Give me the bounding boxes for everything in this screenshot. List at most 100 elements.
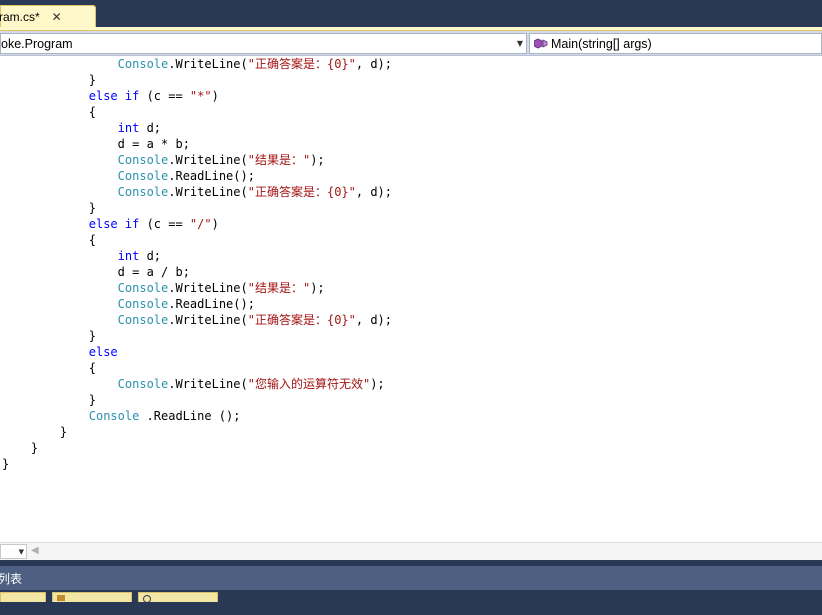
code-token: "结果是：" xyxy=(247,281,311,295)
code-line[interactable]: Console.WriteLine("正确答案是：{0}", d); xyxy=(118,312,392,328)
panel-title: 列表 xyxy=(0,571,23,586)
code-token: .ReadLine (); xyxy=(139,409,241,423)
code-token: WriteLine xyxy=(175,153,241,167)
chevron-down-icon: ▼ xyxy=(18,547,24,556)
document-tab-label: ram.cs* xyxy=(0,9,40,24)
code-line[interactable]: Console.ReadLine(); xyxy=(118,168,255,184)
code-token: int xyxy=(117,249,140,263)
navigation-bar: oke.Program ▼ Main(string[] args) xyxy=(0,31,822,56)
chevron-down-icon[interactable]: ▼ xyxy=(514,39,526,48)
find-icon xyxy=(142,594,152,602)
code-line[interactable]: else xyxy=(89,344,118,360)
code-line[interactable]: } xyxy=(89,328,96,344)
code-token: WriteLine xyxy=(175,57,241,71)
code-token: , d); xyxy=(355,57,392,71)
code-line[interactable]: } xyxy=(89,72,96,88)
code-line[interactable]: int d; xyxy=(118,120,161,136)
code-token: d = a / b; xyxy=(117,265,190,279)
code-token: Console xyxy=(117,57,169,71)
code-line[interactable]: Console.WriteLine("正确答案是：{0}", d); xyxy=(118,184,392,200)
panel-tab-error-list[interactable] xyxy=(0,592,46,602)
panel-tab-output[interactable] xyxy=(52,592,132,602)
code-line[interactable]: d = a * b; xyxy=(118,136,190,152)
code-line[interactable]: { xyxy=(89,104,96,120)
code-token: else xyxy=(88,217,118,231)
code-token: Console xyxy=(117,297,169,311)
panel-header: 列表 xyxy=(0,566,822,590)
code-token: ( xyxy=(240,185,248,199)
code-token: } xyxy=(88,73,96,87)
code-line[interactable]: { xyxy=(89,360,96,376)
code-token: ) xyxy=(211,89,219,103)
code-token: ( xyxy=(240,153,248,167)
code-token: "正确答案是：{0}" xyxy=(247,185,356,199)
code-token: (); xyxy=(233,297,255,311)
code-token: } xyxy=(2,457,10,471)
code-token: ReadLine xyxy=(175,297,234,311)
code-token: , d); xyxy=(355,185,392,199)
code-line[interactable]: Console .ReadLine (); xyxy=(89,408,241,424)
code-line[interactable]: else if (c == "/") xyxy=(89,216,219,232)
error-list-icon xyxy=(4,594,14,602)
code-line[interactable]: Console.WriteLine("结果是："); xyxy=(118,152,325,168)
code-line[interactable]: } xyxy=(89,392,96,408)
code-token: "正确答案是：{0}" xyxy=(247,57,356,71)
code-line[interactable]: int d; xyxy=(118,248,161,264)
code-token: Console xyxy=(88,409,140,423)
code-token: else xyxy=(88,89,118,103)
code-token: "您输入的运算符无效" xyxy=(247,377,371,391)
code-token: { xyxy=(88,105,96,119)
document-tab-strip: ram.cs* ✕ xyxy=(0,0,822,28)
code-line[interactable]: { xyxy=(89,232,96,248)
code-token: ( xyxy=(240,281,248,295)
code-token: ); xyxy=(370,377,385,391)
member-dropdown-value: Main(string[] args) xyxy=(551,36,652,51)
code-token: ); xyxy=(310,281,325,295)
code-line[interactable]: Console.WriteLine("结果是："); xyxy=(118,280,325,296)
code-token: } xyxy=(88,201,96,215)
code-editor[interactable]: Console.WriteLine("正确答案是：{0}", d);} else … xyxy=(0,56,822,542)
code-line[interactable]: d = a / b; xyxy=(118,264,190,280)
code-token: { xyxy=(88,361,96,375)
code-token: "正确答案是：{0}" xyxy=(247,313,356,327)
code-token: ( xyxy=(240,377,248,391)
code-token: ) xyxy=(211,217,219,231)
code-token: "/" xyxy=(189,217,212,231)
code-token: (); xyxy=(233,169,255,183)
code-token: if xyxy=(124,217,140,231)
code-line[interactable]: } xyxy=(31,440,38,456)
code-line[interactable]: Console.WriteLine("您输入的运算符无效"); xyxy=(118,376,385,392)
code-token: ( xyxy=(240,313,248,327)
code-line[interactable]: Console.WriteLine("正确答案是：{0}", d); xyxy=(118,56,392,72)
type-dropdown[interactable]: oke.Program ▼ xyxy=(0,33,527,54)
code-line[interactable]: } xyxy=(89,200,96,216)
code-token: if xyxy=(124,89,140,103)
panel-tab-find-results[interactable] xyxy=(138,592,218,602)
member-dropdown[interactable]: Main(string[] args) xyxy=(529,33,822,54)
close-icon[interactable]: ✕ xyxy=(50,10,64,24)
zoom-dropdown[interactable]: ▼ xyxy=(0,544,27,559)
code-token: } xyxy=(30,441,39,455)
code-line[interactable]: else if (c == "*") xyxy=(89,88,219,104)
panel-tab-strip xyxy=(0,590,822,615)
code-token: { xyxy=(88,233,96,247)
code-token: } xyxy=(59,425,68,439)
output-icon xyxy=(57,595,65,601)
code-line[interactable]: Console.ReadLine(); xyxy=(118,296,255,312)
code-token: } xyxy=(88,329,96,343)
code-token: WriteLine xyxy=(175,313,241,327)
code-token: (c == xyxy=(139,217,190,231)
code-line[interactable]: } xyxy=(60,424,67,440)
code-token: Console xyxy=(117,281,169,295)
document-tab-program-cs[interactable]: ram.cs* ✕ xyxy=(0,5,96,27)
code-token: Console xyxy=(117,169,169,183)
code-line[interactable]: } xyxy=(2,456,9,472)
editor-horizontal-bar: ▼ ◀ xyxy=(0,542,822,560)
code-token: "*" xyxy=(189,89,212,103)
code-token: d = a * b; xyxy=(117,137,190,151)
code-token: WriteLine xyxy=(175,185,241,199)
code-token: else xyxy=(88,345,118,359)
code-token: d; xyxy=(139,249,162,263)
scroll-left-icon[interactable]: ◀ xyxy=(31,545,39,556)
